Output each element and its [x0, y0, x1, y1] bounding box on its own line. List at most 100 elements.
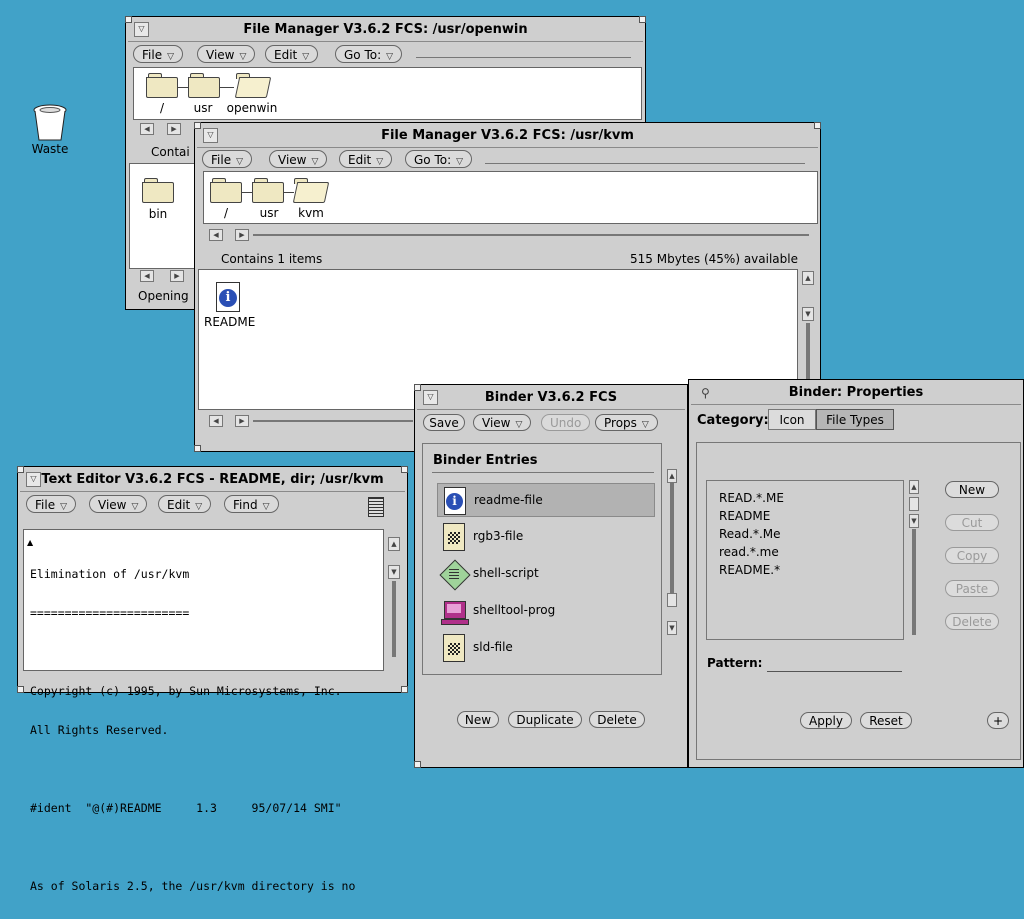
horizontal-scrollbar[interactable] [253, 420, 413, 422]
goto-menu-button[interactable]: Go To: ▽ [335, 45, 403, 63]
binder-entry[interactable]: rgb3-file [437, 520, 655, 554]
image-file-icon [441, 634, 467, 662]
window-title[interactable]: Text Editor V3.6.2 FCS - README, dir; /u… [20, 469, 405, 492]
folder-icon[interactable] [146, 73, 178, 98]
scroll-down-arrow[interactable]: ▼ [909, 514, 919, 528]
view-menu-button[interactable]: View ▽ [89, 495, 148, 513]
duplicate-button[interactable]: Duplicate [508, 711, 582, 728]
window-title[interactable]: File Manager V3.6.2 FCS: /usr/kvm [197, 125, 818, 148]
window-title[interactable]: Binder: Properties [691, 382, 1021, 405]
path-label-root[interactable]: / [218, 206, 234, 220]
expand-button[interactable]: + [987, 712, 1009, 729]
scroll-down-arrow[interactable]: ▼ [802, 307, 814, 321]
view-menu-button[interactable]: View ▽ [269, 150, 328, 168]
horizontal-scrollbar[interactable] [253, 234, 809, 236]
folder-pane: bin [129, 163, 199, 269]
scroll-thumb[interactable] [909, 497, 919, 511]
scroll-left-arrow[interactable]: ◀ [140, 270, 154, 282]
scroll-up-arrow[interactable]: ▲ [909, 480, 919, 494]
text-editor-window[interactable]: Text Editor V3.6.2 FCS - README, dir; /u… [17, 466, 408, 893]
tab-icon[interactable]: Icon [768, 409, 816, 430]
window-menu-button[interactable]: ▽ [134, 22, 149, 37]
open-folder-icon[interactable] [292, 178, 330, 203]
find-menu-button[interactable]: Find ▽ [224, 495, 279, 513]
edit-menu-button[interactable]: Edit ▽ [339, 150, 393, 168]
contains-label: Contains 1 items [221, 252, 323, 266]
scroll-right-arrow[interactable]: ▶ [235, 229, 249, 241]
path-label-kvm[interactable]: kvm [294, 206, 328, 220]
pattern-item[interactable]: read.*.me [719, 545, 779, 559]
window-title[interactable]: Binder V3.6.2 FCS [417, 387, 685, 410]
category-label: Category: [697, 413, 769, 428]
scroll-up-arrow[interactable]: ▲ [802, 271, 814, 285]
vertical-scrollbar[interactable] [912, 529, 916, 635]
binder-entry[interactable]: shell-script [437, 557, 655, 591]
vertical-scrollbar[interactable] [392, 581, 396, 657]
binder-entry[interactable]: i readme-file [437, 483, 655, 517]
scroll-left-arrow[interactable]: ◀ [209, 229, 223, 241]
path-label-usr[interactable]: usr [188, 101, 218, 115]
window-menu-button[interactable]: ▽ [423, 390, 438, 405]
open-folder-icon[interactable] [234, 73, 272, 98]
edit-menu-button[interactable]: Edit ▽ [158, 495, 212, 513]
pattern-item[interactable]: READ.*.ME [719, 491, 784, 505]
new-entry-button[interactable]: New [457, 711, 499, 728]
pattern-item[interactable]: README [719, 509, 770, 523]
view-menu-button[interactable]: View ▽ [473, 414, 532, 431]
goto-field-line[interactable] [416, 57, 631, 58]
binder-window[interactable]: Binder V3.6.2 FCS ▽ Save View ▽ Undo Prop… [414, 384, 688, 768]
folder-icon[interactable] [188, 73, 220, 98]
binder-entry[interactable]: shelltool-prog [437, 594, 655, 628]
scroll-right-arrow[interactable]: ▶ [170, 270, 184, 282]
vertical-scrollbar[interactable] [670, 483, 674, 593]
document-icon[interactable] [368, 497, 384, 517]
delete-entry-button[interactable]: Delete [589, 711, 645, 728]
readme-file-icon[interactable]: i [216, 282, 242, 312]
folder-icon[interactable] [210, 178, 242, 203]
pattern-field[interactable] [767, 656, 902, 672]
path-label-root[interactable]: / [152, 101, 172, 115]
scroll-up-arrow[interactable]: ▲ [388, 537, 400, 551]
folder-label-bin[interactable]: bin [140, 207, 176, 221]
scroll-right-arrow[interactable]: ▶ [167, 123, 181, 135]
file-menu-button[interactable]: File ▽ [202, 150, 253, 168]
file-menu-button[interactable]: File ▽ [133, 45, 184, 63]
path-pane: / usr kvm [203, 171, 818, 224]
pattern-list[interactable]: READ.*.ME README Read.*.Me read.*.me REA… [706, 480, 904, 640]
scroll-down-arrow[interactable]: ▼ [388, 565, 400, 579]
binder-entry[interactable]: sld-file [437, 631, 655, 665]
scroll-down-arrow[interactable]: ▼ [667, 621, 677, 635]
window-title[interactable]: File Manager V3.6.2 FCS: /usr/openwin [128, 19, 643, 42]
folder-icon[interactable] [252, 178, 284, 203]
tab-file-types[interactable]: File Types [816, 409, 894, 430]
pattern-item[interactable]: Read.*.Me [719, 527, 781, 541]
goto-menu-button[interactable]: Go To: ▽ [405, 150, 473, 168]
folder-icon[interactable] [142, 178, 174, 203]
scroll-up-arrow[interactable]: ▲ [667, 469, 677, 483]
pattern-label: Pattern: [707, 656, 763, 670]
window-menu-button[interactable]: ▽ [26, 472, 41, 487]
pushpin-icon[interactable]: ⚲ [701, 386, 710, 400]
scroll-left-arrow[interactable]: ◀ [140, 123, 154, 135]
props-menu-button[interactable]: Props ▽ [595, 414, 658, 431]
reset-button[interactable]: Reset [860, 712, 912, 729]
view-menu-button[interactable]: View ▽ [197, 45, 256, 63]
window-menu-button[interactable]: ▽ [203, 128, 218, 143]
new-pattern-button[interactable]: New [945, 481, 999, 498]
file-label-readme[interactable]: README [204, 315, 255, 329]
path-label-usr[interactable]: usr [254, 206, 284, 220]
path-label-openwin[interactable]: openwin [226, 101, 278, 115]
save-button[interactable]: Save [423, 414, 465, 431]
file-types-panel: READ.*.ME README Read.*.Me read.*.me REA… [696, 442, 1021, 760]
scroll-right-arrow[interactable]: ▶ [235, 415, 249, 427]
scroll-left-arrow[interactable]: ◀ [209, 415, 223, 427]
waste-basket[interactable]: Waste [28, 104, 72, 160]
binder-properties-window[interactable]: Binder: Properties ⚲ Category: Icon File… [688, 379, 1024, 768]
apply-button[interactable]: Apply [800, 712, 852, 729]
goto-field-line[interactable] [485, 163, 805, 164]
text-area[interactable]: Elimination of /usr/kvm ================… [23, 529, 384, 893]
pattern-item[interactable]: README.* [719, 563, 780, 577]
file-menu-button[interactable]: File ▽ [26, 495, 77, 513]
scroll-thumb[interactable] [667, 593, 677, 607]
edit-menu-button[interactable]: Edit ▽ [265, 45, 319, 63]
